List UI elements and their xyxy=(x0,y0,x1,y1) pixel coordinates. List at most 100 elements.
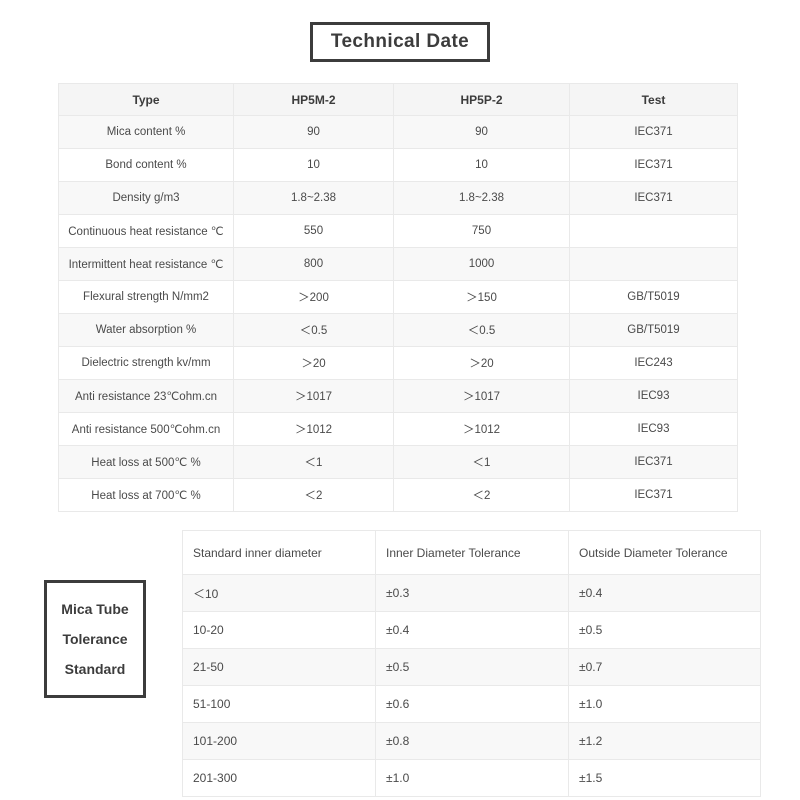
spec_table-cell: ＜2 xyxy=(233,478,394,512)
spec_table-cell: IEC371 xyxy=(569,181,738,215)
table-row: 51-100 ±0.6 ±1.0 xyxy=(182,685,761,723)
spec_table-cell: ＞20 xyxy=(233,346,394,380)
tolerance_table-cell: ±0.6 xyxy=(375,685,569,723)
spec_table-cell: IEC371 xyxy=(569,478,738,512)
tolerance_table-cell: ±0.7 xyxy=(568,648,761,686)
table-row: Dielectric strength kv/mm ＞20 ＞20 IEC243 xyxy=(58,346,738,380)
tolerance-standard-label: Mica Tube Tolerance Standard xyxy=(44,580,146,698)
table-row: Flexural strength N/mm2 ＞200 ＞150 GB/T5019 xyxy=(58,280,738,314)
column-header-type: Type xyxy=(58,83,234,116)
table-row: 101-200 ±0.8 ±1.2 xyxy=(182,722,761,760)
table-row: 201-300 ±1.0 ±1.5 xyxy=(182,759,761,797)
spec_table-cell: ＜1 xyxy=(393,445,570,479)
spec_table-cell: ＞200 xyxy=(233,280,394,314)
spec_table-cell: 550 xyxy=(233,214,394,248)
spec_table-cell: ＞150 xyxy=(393,280,570,314)
spec_table-cell: ＜1 xyxy=(233,445,394,479)
table-row: Bond content % 10 10 IEC371 xyxy=(58,148,738,182)
column-header-inner-diameter-tolerance: Inner Diameter Tolerance xyxy=(375,530,569,575)
technical-data-table: Type HP5M-2 HP5P-2 Test Mica content % 90… xyxy=(58,83,738,512)
spec_table-cell: IEC93 xyxy=(569,379,738,413)
tolerance_table-cell: 51-100 xyxy=(182,685,376,723)
column-header-test: Test xyxy=(569,83,738,116)
spec_table-cell: 1000 xyxy=(393,247,570,281)
spec_table-cell: GB/T5019 xyxy=(569,313,738,347)
table-header-row: Type HP5M-2 HP5P-2 Test xyxy=(58,83,738,116)
tolerance_table-cell: ±1.2 xyxy=(568,722,761,760)
spec_table-cell: Density g/m3 xyxy=(58,181,234,215)
table-row: Mica content % 90 90 IEC371 xyxy=(58,115,738,149)
spec_table-cell: Heat loss at 700℃ % xyxy=(58,478,234,512)
tolerance-label-line-3: Standard xyxy=(64,661,126,677)
spec_table-cell: Intermittent heat resistance ℃ xyxy=(58,247,234,281)
tolerance_table-cell: ±1.0 xyxy=(375,759,569,797)
tolerance_table-cell: ±0.4 xyxy=(568,574,761,612)
column-header-hp5m2: HP5M-2 xyxy=(233,83,394,116)
spec_table-cell xyxy=(569,214,738,248)
spec_table-cell: IEC371 xyxy=(569,445,738,479)
spec_table-cell: 1.8~2.38 xyxy=(233,181,394,215)
page-title-container: Technical Date xyxy=(0,22,800,62)
tolerance-label-line-2: Tolerance xyxy=(62,631,128,647)
tolerance_table-cell: ＜10 xyxy=(182,574,376,612)
column-header-hp5p2: HP5P-2 xyxy=(393,83,570,116)
table-row: Density g/m3 1.8~2.38 1.8~2.38 IEC371 xyxy=(58,181,738,215)
spec_table-cell: ＜2 xyxy=(393,478,570,512)
tolerance_table-cell: ±0.5 xyxy=(568,611,761,649)
spec_table-cell: 10 xyxy=(233,148,394,182)
table-row: Intermittent heat resistance ℃ 800 1000 xyxy=(58,247,738,281)
table-row: Water absorption % ＜0.5 ＜0.5 GB/T5019 xyxy=(58,313,738,347)
spec_table-cell: 1.8~2.38 xyxy=(393,181,570,215)
spec_table-cell: Heat loss at 500℃ % xyxy=(58,445,234,479)
table-row: Heat loss at 500℃ % ＜1 ＜1 IEC371 xyxy=(58,445,738,479)
tolerance_table-cell: ±1.0 xyxy=(568,685,761,723)
spec_table-cell: ＞20 xyxy=(393,346,570,380)
spec_table-cell: Continuous heat resistance ℃ xyxy=(58,214,234,248)
spec_table-cell: 10 xyxy=(393,148,570,182)
tolerance-label-line-1: Mica Tube xyxy=(61,601,129,617)
page-title: Technical Date xyxy=(309,22,491,62)
table-row: Heat loss at 700℃ % ＜2 ＜2 IEC371 xyxy=(58,478,738,512)
spec_table-cell: Anti resistance 23℃ohm.cn xyxy=(58,379,234,413)
table-row: 10-20 ±0.4 ±0.5 xyxy=(182,611,761,649)
spec_table-cell xyxy=(569,247,738,281)
table-row: Anti resistance 500℃ohm.cn ＞1012 ＞1012 IEC9… xyxy=(58,412,738,446)
tolerance-table: Standard inner diameter Inner Diameter T… xyxy=(182,530,761,797)
table-row: Anti resistance 23℃ohm.cn ＞1017 ＞1017 IEC93 xyxy=(58,379,738,413)
tolerance_table-cell: ±0.4 xyxy=(375,611,569,649)
tolerance_table-cell: 101-200 xyxy=(182,722,376,760)
spec_table-cell: Anti resistance 500℃ohm.cn xyxy=(58,412,234,446)
spec_table-cell: 750 xyxy=(393,214,570,248)
spec_table-cell: ＞1012 xyxy=(233,412,394,446)
spec_table-cell: Water absorption % xyxy=(58,313,234,347)
tolerance_table-cell: 10-20 xyxy=(182,611,376,649)
spec_table-cell: Flexural strength N/mm2 xyxy=(58,280,234,314)
spec_table-cell: Mica content % xyxy=(58,115,234,149)
spec_table-cell: ＜0.5 xyxy=(393,313,570,347)
spec_table-cell: 90 xyxy=(233,115,394,149)
column-header-standard-inner-diameter: Standard inner diameter xyxy=(182,530,376,575)
spec_table-cell: 90 xyxy=(393,115,570,149)
tolerance_table-cell: 21-50 xyxy=(182,648,376,686)
spec_table-cell: Bond content % xyxy=(58,148,234,182)
spec_table-cell: IEC371 xyxy=(569,115,738,149)
tolerance_table-cell: 201-300 xyxy=(182,759,376,797)
table-row: ＜10 ±0.3 ±0.4 xyxy=(182,574,761,612)
tolerance-header-row: Standard inner diameter Inner Diameter T… xyxy=(182,530,761,575)
spec_table-cell: ＜0.5 xyxy=(233,313,394,347)
tolerance_table-cell: ±0.8 xyxy=(375,722,569,760)
table-row: 21-50 ±0.5 ±0.7 xyxy=(182,648,761,686)
spec_table-cell: ＞1017 xyxy=(393,379,570,413)
spec_table-cell: IEC93 xyxy=(569,412,738,446)
spec_table-cell: 800 xyxy=(233,247,394,281)
spec_table-cell: IEC243 xyxy=(569,346,738,380)
spec_table-cell: ＞1012 xyxy=(393,412,570,446)
column-header-outside-diameter-tolerance: Outside Diameter Tolerance xyxy=(568,530,761,575)
spec_table-cell: GB/T5019 xyxy=(569,280,738,314)
tolerance_table-cell: ±0.5 xyxy=(375,648,569,686)
tolerance_table-cell: ±0.3 xyxy=(375,574,569,612)
spec_table-cell: IEC371 xyxy=(569,148,738,182)
table-row: Continuous heat resistance ℃ 550 750 xyxy=(58,214,738,248)
spec_table-cell: ＞1017 xyxy=(233,379,394,413)
tolerance_table-cell: ±1.5 xyxy=(568,759,761,797)
